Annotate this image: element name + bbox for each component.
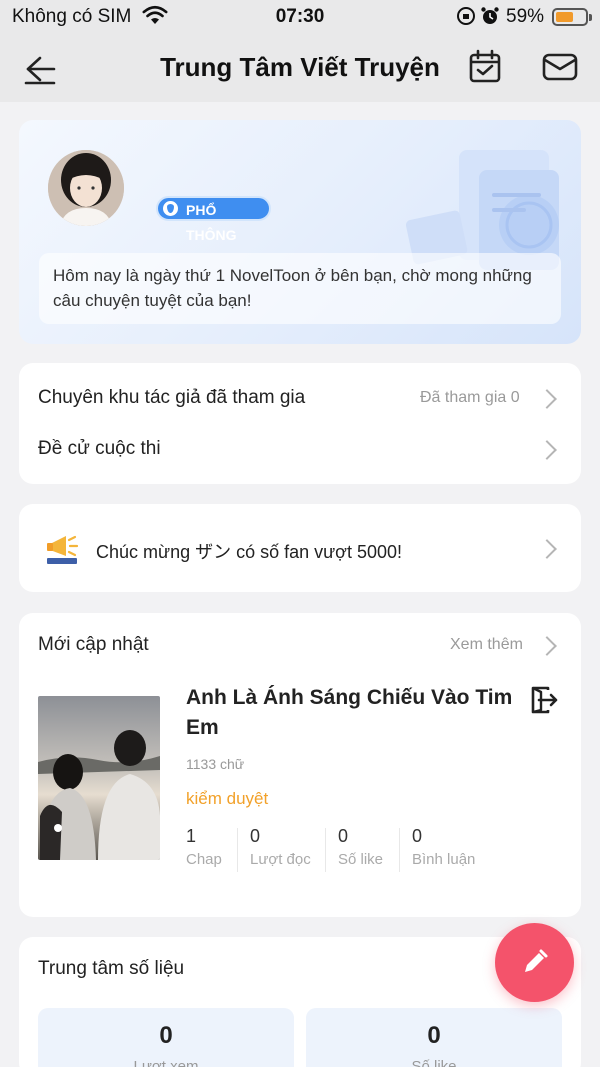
notice-text: Chúc mừng ザン có số fan vượt 5000! [96,542,403,562]
alarm-icon [481,7,499,24]
mail-icon[interactable] [540,48,580,86]
profile-card: PHỔ THÔNG Hôm nay là ngày thứ 1 NovelToo… [19,120,581,344]
metric-likes[interactable]: 0 Số like [306,1008,562,1067]
book-title[interactable]: Anh Là Ánh Sáng Chiếu Vào Tim Em [186,683,516,743]
metric-value: 0 [427,1022,441,1049]
stat-value: 0 [250,826,261,846]
pencil-icon [525,949,548,972]
stat-label: Số like [338,851,384,868]
megaphone-icon [47,535,79,564]
see-more-link[interactable]: Xem thêm [450,636,523,654]
stat-comments: 0 Bình luận [412,826,475,874]
section-title: Trung tâm số liệu [38,958,185,979]
metric-value: 0 [159,1022,173,1049]
book-cover-image[interactable] [38,696,160,860]
joined-count: Đã tham gia 0 [420,389,520,406]
stat-label: Chap [186,851,222,868]
chevron-right-icon [537,636,557,656]
chevron-right-icon [537,539,557,559]
review-status: kiểm duyệt [186,789,269,808]
calendar-check-icon[interactable] [466,48,504,86]
menu-item-label: Đề cử cuộc thi [38,438,161,459]
orientation-lock-icon [457,7,475,25]
chevron-right-icon [537,389,557,409]
chevron-right-icon [537,440,557,460]
status-bar: Không có SIM 07:30 59% [0,0,600,34]
stat-chapters: 1 Chap [186,826,222,874]
badge-label: PHỔ THÔNG [186,202,237,243]
page-title: Trung Tâm Viết Truyện [160,52,440,82]
metric-label: Số like [411,1058,457,1067]
membership-badge: PHỔ THÔNG [156,196,271,243]
welcome-message: Hôm nay là ngày thứ 1 NovelToon ở bên bạ… [39,253,561,324]
word-count: 1133 chữ [186,756,245,772]
exit-icon[interactable] [528,684,560,716]
metric-label: Lượt xem [133,1058,199,1067]
stat-likes: 0 Số like [338,826,383,874]
stat-reads: 0 Lượt đọc [250,826,311,874]
stat-value: 0 [338,826,349,846]
menu-item-joined-zones[interactable]: Chuyên khu tác giả đã tham gia Đã tham g… [19,363,581,423]
stat-value: 0 [412,826,423,846]
avatar[interactable] [48,150,124,226]
drop-icon [163,201,178,216]
write-button[interactable] [495,923,574,1002]
menu-item-contest[interactable]: Đề cử cuộc thi [19,423,581,483]
metric-views[interactable]: 0 Lượt xem [38,1008,294,1067]
notice-card[interactable]: Chúc mừng ザン có số fan vượt 5000! [19,504,581,592]
menu-card: Chuyên khu tác giả đã tham gia Đã tham g… [19,363,581,484]
divider [399,828,400,872]
section-title: Mới cập nhật [38,634,149,655]
divider [237,828,238,872]
battery-percent: 59% [506,6,545,27]
stat-value: 1 [186,826,197,846]
stat-label: Bình luận [412,851,476,868]
battery-fill [556,12,573,22]
nav-bar: Trung Tâm Viết Truyện [0,34,600,102]
stat-label: Lượt đọc [250,851,311,868]
divider [325,828,326,872]
menu-item-label: Chuyên khu tác giả đã tham gia [38,387,306,408]
battery-icon [552,8,592,26]
